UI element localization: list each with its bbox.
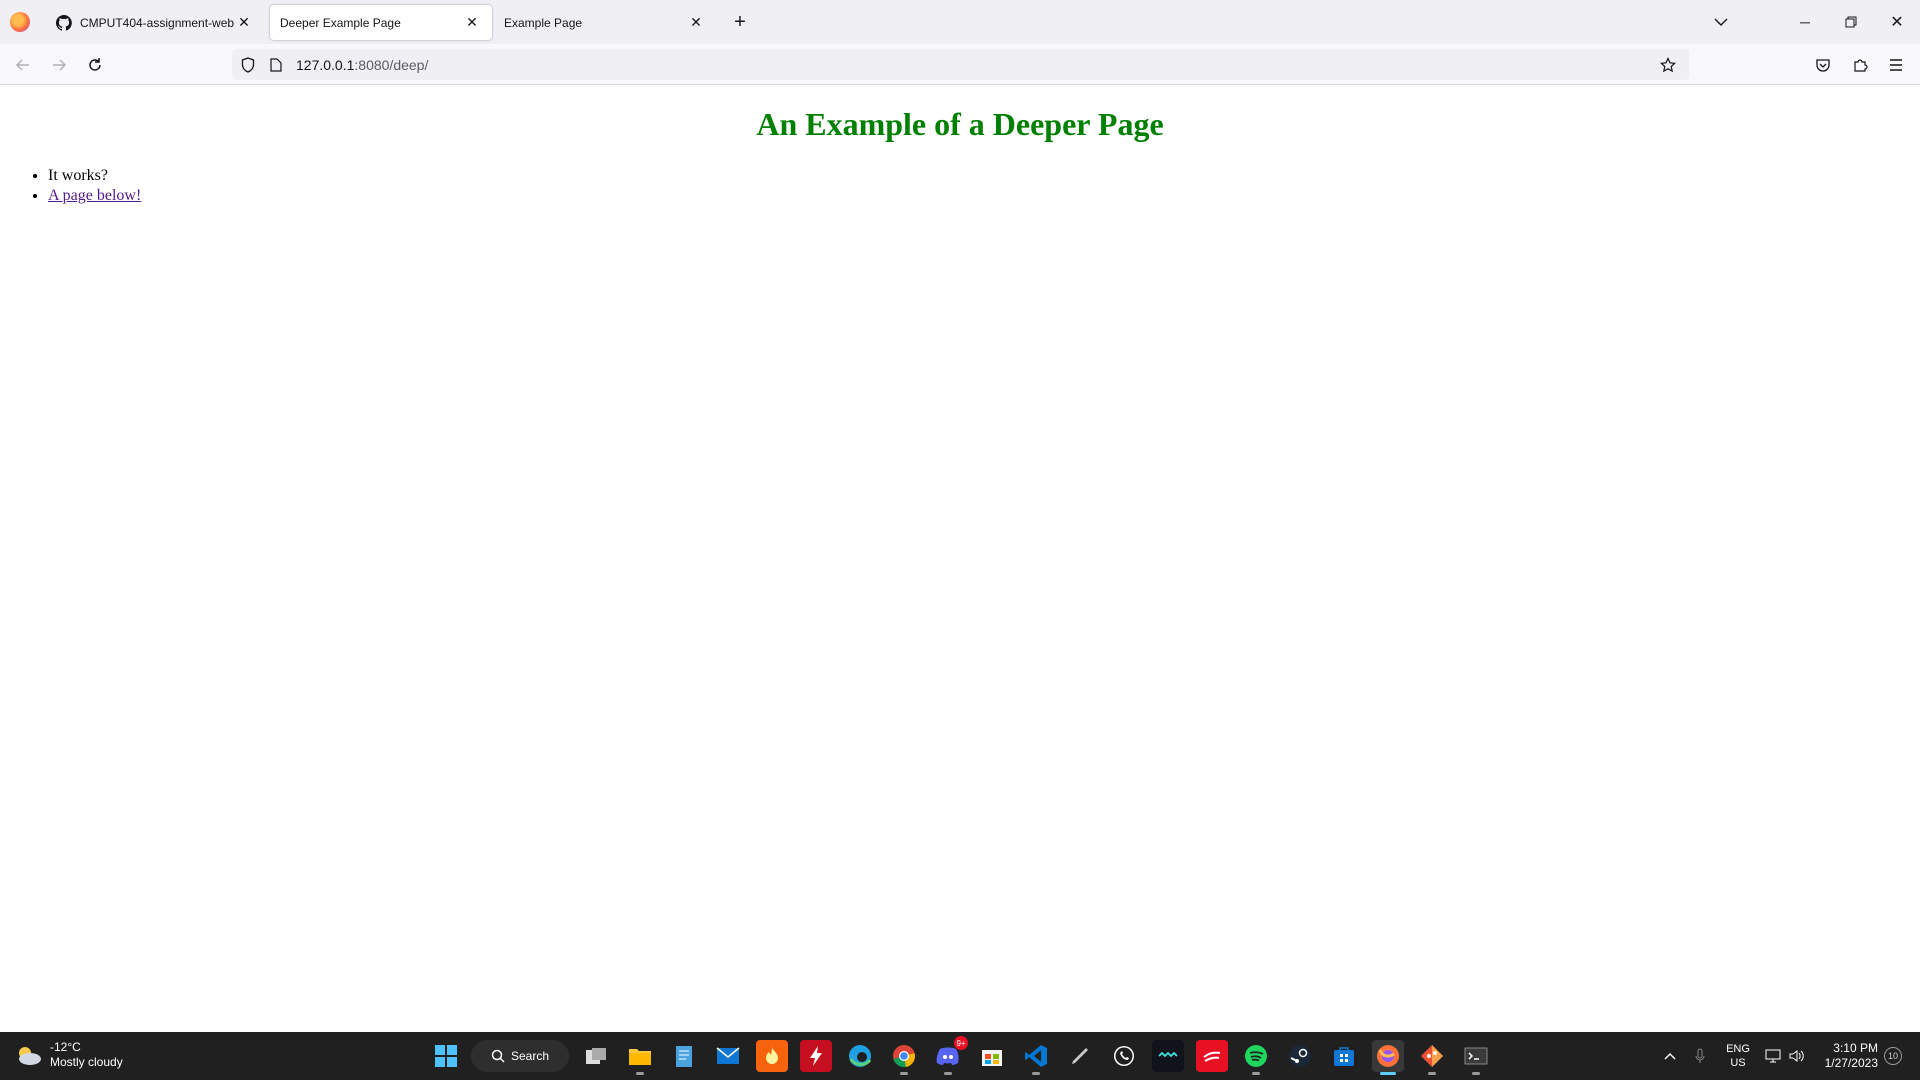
tab-github[interactable]: CMPUT404-assignment-webser ✕ <box>46 5 264 40</box>
minimize-button[interactable]: ─ <box>1782 0 1828 44</box>
page-info-icon[interactable] <box>262 51 290 79</box>
pocket-icon <box>1816 59 1830 72</box>
hamburger-menu-icon <box>1890 59 1902 71</box>
taskbar-search-button[interactable]: Search <box>471 1040 569 1072</box>
taskbar: -12°C Mostly cloudy Search 9+ ENG US 3:1… <box>0 1032 1920 1080</box>
url-host: 127.0.0.1 <box>296 56 355 73</box>
github-icon <box>56 14 72 31</box>
reload-button[interactable] <box>80 50 110 80</box>
reload-icon <box>89 58 101 71</box>
tab-deeper-example[interactable]: Deeper Example Page ✕ <box>270 5 492 40</box>
list-item-text: It works? <box>48 167 108 184</box>
network-icon[interactable] <box>1762 1032 1784 1080</box>
file-explorer-icon[interactable] <box>624 1040 656 1075</box>
notepad-icon[interactable] <box>668 1040 700 1072</box>
flash-app-icon[interactable] <box>800 1040 832 1072</box>
page-heading: An Example of a Deeper Page <box>756 106 1164 142</box>
pocket-button[interactable] <box>1808 50 1838 80</box>
close-icon[interactable]: ✕ <box>686 13 706 33</box>
mail-icon[interactable] <box>712 1040 744 1072</box>
search-label: Search <box>511 1049 550 1063</box>
chevron-up-icon <box>1664 1053 1676 1060</box>
url-bar[interactable]: 127.0.0.1:8080/deep/ <box>232 49 1689 80</box>
notification-center-button[interactable]: 10 <box>1884 1047 1902 1065</box>
steam-icon[interactable] <box>1284 1040 1316 1072</box>
fire-app-icon[interactable] <box>756 1040 788 1072</box>
show-hidden-icons-button[interactable] <box>1658 1032 1682 1080</box>
task-view-icon[interactable] <box>580 1040 612 1072</box>
navigation-toolbar: 127.0.0.1:8080/deep/ <box>0 44 1920 85</box>
tab-title: Example Page <box>504 15 583 30</box>
git-icon[interactable] <box>1416 1040 1448 1075</box>
chrome-icon[interactable] <box>888 1040 920 1075</box>
chevron-down-icon <box>1714 18 1728 26</box>
close-icon[interactable]: ✕ <box>462 13 482 33</box>
weather-temperature: -12°C <box>50 1040 81 1054</box>
puzzle-icon <box>1854 59 1868 72</box>
clock-date: 1/27/2023 <box>1824 1056 1878 1070</box>
discord-icon[interactable]: 9+ <box>932 1036 968 1075</box>
vscode-icon[interactable] <box>1020 1040 1052 1075</box>
firefox-icon[interactable] <box>10 12 30 32</box>
cloudy-weather-icon <box>19 1047 41 1065</box>
page-content: An Example of a Deeper Page It works? A … <box>0 86 1920 1032</box>
volume-icon[interactable] <box>1786 1032 1808 1080</box>
close-icon[interactable]: ✕ <box>234 13 254 33</box>
menu-button[interactable] <box>1881 50 1911 80</box>
windows-start-icon[interactable] <box>430 1040 462 1072</box>
forward-arrow-icon <box>53 59 67 71</box>
tab-example[interactable]: Example Page ✕ <box>494 5 716 40</box>
new-tab-button[interactable]: + <box>728 10 752 34</box>
terminal-icon[interactable] <box>1460 1040 1492 1075</box>
back-button[interactable] <box>8 50 38 80</box>
tracking-protection-shield-icon[interactable] <box>234 51 262 79</box>
store-icon[interactable] <box>976 1040 1008 1072</box>
extensions-button[interactable] <box>1845 50 1875 80</box>
list-item: A page below! <box>48 186 141 206</box>
edge-icon[interactable] <box>844 1040 876 1072</box>
bookmark-star-icon[interactable] <box>1655 52 1681 78</box>
back-arrow-icon <box>15 59 29 71</box>
clock-time: 3:10 PM <box>1833 1041 1878 1055</box>
pen-icon[interactable] <box>1064 1040 1096 1072</box>
page-below-link[interactable]: A page below! <box>48 187 141 204</box>
tab-title: Deeper Example Page <box>280 15 401 30</box>
stadia-icon[interactable] <box>1196 1040 1228 1072</box>
restore-icon <box>1845 16 1857 28</box>
close-window-button[interactable]: ✕ <box>1874 0 1920 44</box>
page-list: It works? A page below! <box>48 166 141 206</box>
language-code: ENG <box>1726 1043 1750 1055</box>
microsoft-store-icon[interactable] <box>1328 1040 1360 1072</box>
search-icon <box>491 1049 505 1063</box>
terminal-app-icon[interactable] <box>1152 1040 1184 1072</box>
spotify-icon[interactable] <box>1240 1040 1272 1075</box>
tab-title: CMPUT404-assignment-webser <box>80 15 234 30</box>
firefox-taskbar-icon[interactable] <box>1372 1040 1404 1075</box>
keyboard-layout: US <box>1730 1057 1746 1069</box>
tab-strip: CMPUT404-assignment-webser ✕ Deeper Exam… <box>0 0 1920 44</box>
restore-button[interactable] <box>1828 0 1874 44</box>
list-item: It works? <box>48 166 141 186</box>
url-text[interactable]: 127.0.0.1:8080/deep/ <box>296 57 428 73</box>
url-path: :8080/deep/ <box>354 56 429 73</box>
microphone-icon[interactable] <box>1688 1032 1712 1080</box>
list-all-tabs-button[interactable] <box>1708 10 1734 34</box>
discord-notification-badge: 9+ <box>954 1036 968 1050</box>
whatsapp-icon[interactable] <box>1108 1040 1140 1072</box>
weather-widget[interactable]: -12°C Mostly cloudy <box>14 1040 123 1070</box>
forward-button[interactable] <box>44 50 74 80</box>
language-indicator[interactable]: ENG US <box>1718 1032 1758 1080</box>
clock[interactable]: 3:10 PM 1/27/2023 <box>1808 1041 1878 1071</box>
weather-condition: Mostly cloudy <box>50 1055 123 1069</box>
